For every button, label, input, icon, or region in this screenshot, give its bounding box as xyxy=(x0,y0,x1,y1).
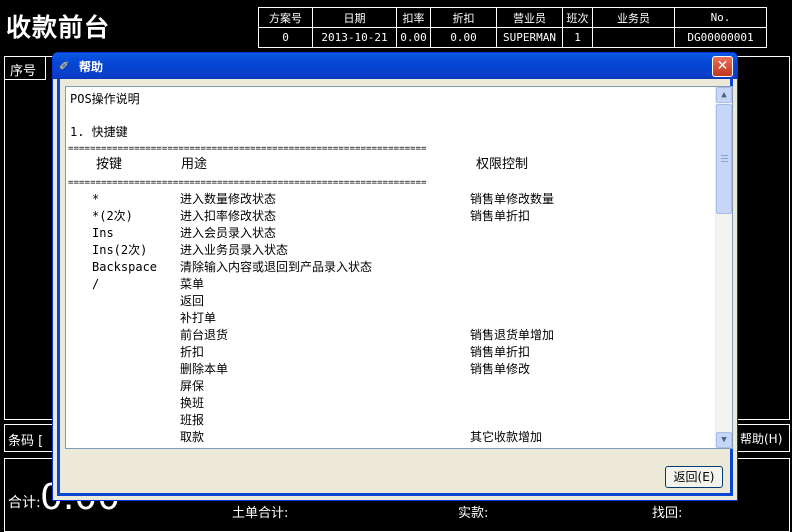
info-value-row: 0 2013-10-21 0.00 0.00 SUPERMAN 1 DG0000… xyxy=(258,27,767,48)
shortcut-use: 进入会员录入状态 xyxy=(180,226,277,240)
shortcut-key: *(2次) xyxy=(92,209,133,223)
value-discount-rate: 0.00 xyxy=(396,27,431,48)
shortcut-use: 菜单 xyxy=(180,277,205,291)
shortcut-key: * xyxy=(92,192,100,206)
app-title: 收款前台 xyxy=(6,13,111,42)
header-number: No. xyxy=(674,7,767,28)
help-button[interactable]: 帮助(H) xyxy=(740,430,782,447)
header-discount: 折扣 xyxy=(430,7,497,28)
shortcut-use: 进入业务员录入状态 xyxy=(180,243,289,257)
barcode-label: 条码 [ xyxy=(8,434,44,449)
order-info-table: 方案号 日期 扣率 折扣 营业员 班次 业务员 No. 0 2013-10-21… xyxy=(258,7,767,48)
shortcut-key: Backspace xyxy=(92,260,158,274)
header-shift: 班次 xyxy=(562,7,593,28)
shortcut-use: 补打单 xyxy=(180,311,217,325)
shortcut-use: 删除本单 xyxy=(180,362,229,376)
shortcut-key: Ins(2次) xyxy=(92,243,148,257)
shortcut-permission: 销售单折扣 xyxy=(470,345,531,359)
scroll-down-button[interactable]: ▼ xyxy=(716,432,732,448)
shortcut-permission: 销售单修改 xyxy=(470,362,531,376)
help-heading: POS操作说明 xyxy=(70,92,140,106)
shortcut-permission: 销售退货单增加 xyxy=(470,328,555,342)
shortcut-use: 前台退货 xyxy=(180,328,229,342)
scroll-thumb[interactable] xyxy=(716,104,732,214)
close-button[interactable]: ✕ xyxy=(712,56,733,77)
return-button[interactable]: 返回(E) xyxy=(665,466,723,488)
help-divider-bottom: ========================================… xyxy=(68,178,427,188)
shortcut-use: 折扣 xyxy=(180,345,205,359)
scroll-up-button[interactable]: ▲ xyxy=(716,87,732,103)
value-shift: 1 xyxy=(562,27,593,48)
seq-header-label: 序号 xyxy=(10,64,37,79)
shortcut-use: 进入数量修改状态 xyxy=(180,192,277,206)
shortcut-use: 进入扣率修改状态 xyxy=(180,209,277,223)
header-date: 日期 xyxy=(312,7,397,28)
value-plan-no: 0 xyxy=(258,27,313,48)
change-label: 找回: xyxy=(652,506,683,521)
shortcut-use: 清除输入内容或退回到产品录入状态 xyxy=(180,260,373,274)
shortcut-use: 班报 xyxy=(180,413,205,427)
shortcut-use: 取款 xyxy=(180,430,205,444)
value-number: DG00000001 xyxy=(674,27,767,48)
value-agent xyxy=(592,27,675,48)
header-plan-no: 方案号 xyxy=(258,7,313,28)
dialog-title: 帮助 xyxy=(79,59,104,74)
header-discount-rate: 扣率 xyxy=(396,7,431,28)
help-section-title: 1. 快捷键 xyxy=(70,125,128,139)
total-label: 合计: xyxy=(8,495,41,511)
shortcut-key: / xyxy=(92,277,100,291)
value-date: 2013-10-21 xyxy=(312,27,397,48)
shortcut-use: 屏保 xyxy=(180,379,205,393)
info-header-row: 方案号 日期 扣率 折扣 营业员 班次 业务员 No. xyxy=(258,7,767,28)
column-permission: 权限控制 xyxy=(476,157,529,172)
value-discount: 0.00 xyxy=(430,27,497,48)
value-salesperson: SUPERMAN xyxy=(496,27,563,48)
header-agent: 业务员 xyxy=(592,7,675,28)
help-dialog: ✐ 帮助 ✕ POS操作说明 1. 快捷键 ==================… xyxy=(52,52,738,501)
help-app-icon: ✐ xyxy=(59,59,70,73)
dialog-body: POS操作说明 1. 快捷键 =========================… xyxy=(57,79,733,496)
shortcut-permission: 销售单折扣 xyxy=(470,209,531,223)
shortcut-use: 返回 xyxy=(180,294,205,308)
help-text-area[interactable]: POS操作说明 1. 快捷键 =========================… xyxy=(65,86,733,449)
header-salesperson: 营业员 xyxy=(496,7,563,28)
help-divider-top: ========================================… xyxy=(68,144,427,154)
shortcut-permission: 其它收款增加 xyxy=(470,430,543,444)
paid-label: 实款: xyxy=(458,506,489,521)
shortcut-key: Ins xyxy=(92,226,114,240)
shortcut-use: 换班 xyxy=(180,396,205,410)
vertical-scrollbar[interactable]: ▲ ▼ xyxy=(715,87,732,448)
close-icon: ✕ xyxy=(716,58,729,74)
column-key: 按键 xyxy=(96,157,123,172)
shortcut-permission: 销售单修改数量 xyxy=(470,192,555,206)
dialog-titlebar[interactable]: ✐ 帮助 xyxy=(53,53,737,79)
order-total-label: 土单合计: xyxy=(232,506,289,521)
column-use: 用途 xyxy=(181,157,208,172)
